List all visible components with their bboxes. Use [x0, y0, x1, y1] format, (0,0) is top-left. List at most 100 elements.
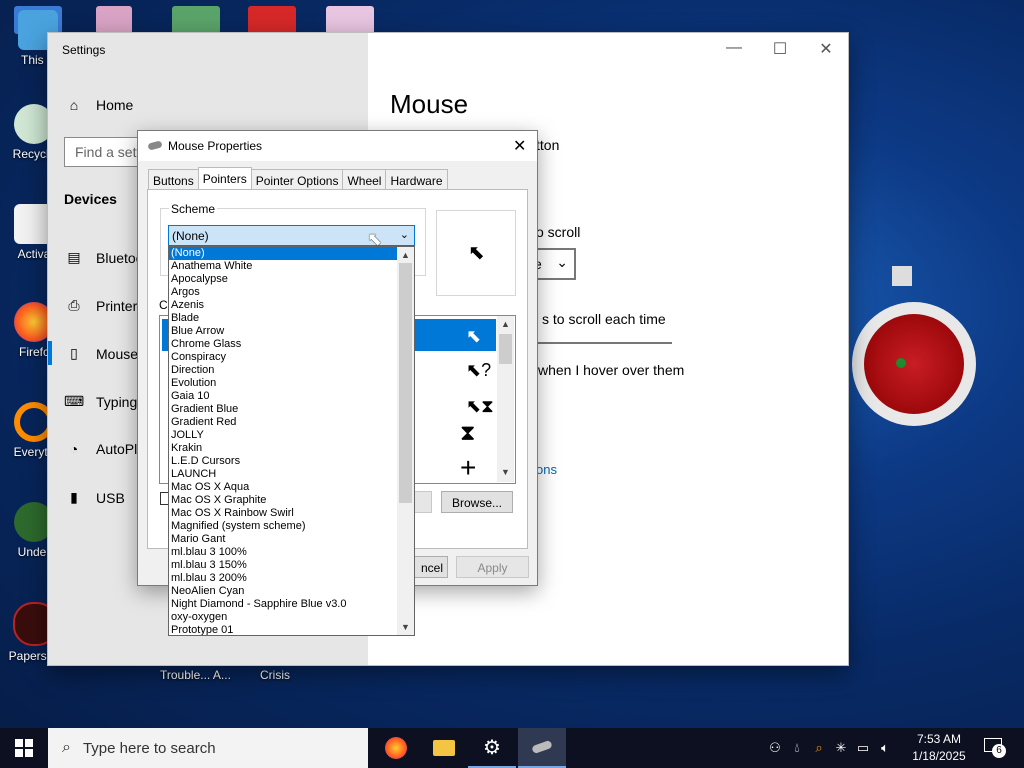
sidebar-active-indicator	[48, 341, 52, 365]
sidebar-item-usb[interactable]: ▮ USB	[64, 489, 125, 506]
wreath-clock-widget	[848, 262, 980, 452]
desktop-icon-label: Firefc	[19, 345, 49, 359]
network-icon[interactable]: ▭	[852, 740, 874, 756]
cursor-list-scrollbar[interactable]: ▲ ▼	[497, 316, 514, 482]
scheme-option[interactable]: Magnified (system scheme)	[169, 520, 399, 533]
notification-center-button[interactable]: 6	[982, 736, 1006, 760]
snowflake-icon[interactable]: ✳	[830, 740, 852, 756]
scheme-option[interactable]: LAUNCH	[169, 468, 399, 481]
desktop-thumb-4[interactable]	[248, 6, 296, 34]
mouse-icon: ▯	[70, 345, 78, 361]
scheme-combobox-value: (None)	[172, 229, 209, 243]
tab-buttons[interactable]: Buttons	[148, 169, 199, 191]
scheme-option[interactable]: oxy-oxygen	[169, 611, 399, 624]
taskbar-mouse-properties[interactable]	[518, 728, 566, 768]
browse-button[interactable]: Browse...	[441, 491, 513, 513]
scheme-option[interactable]: Mac OS X Graphite	[169, 494, 399, 507]
tab-pointers[interactable]: Pointers	[197, 167, 252, 191]
apply-button[interactable]: Apply	[456, 556, 529, 578]
people-icon[interactable]: ⚇	[764, 740, 786, 756]
sidebar-home[interactable]: ⌂ Home	[64, 97, 134, 113]
scroll-up-arrow-icon[interactable]: ▲	[497, 316, 514, 332]
taskbar-file-explorer[interactable]	[420, 728, 468, 768]
scheme-option[interactable]: Mac OS X Aqua	[169, 481, 399, 494]
scheme-option[interactable]: JOLLY	[169, 429, 399, 442]
taskbar-firefox[interactable]	[372, 728, 420, 768]
chevron-down-icon: ⌄	[556, 254, 568, 270]
clock-time: 7:53 AM	[916, 732, 962, 746]
volume-muted-icon[interactable]: 🔈︎	[874, 740, 896, 756]
scheme-options: (None) Anathema White Apocalypse Argos Azeni…	[169, 247, 399, 635]
scroll-label: o scroll	[536, 224, 581, 240]
scheme-option[interactable]: ml.blau 3 100%	[169, 546, 399, 559]
usb-icon: ▮	[70, 489, 78, 505]
maximize-button[interactable]: ☐	[760, 39, 800, 59]
house-icon	[892, 266, 912, 286]
bluetooth-devices-icon: ▤	[67, 249, 81, 265]
scheme-option[interactable]: L.E.D Cursors	[169, 455, 399, 468]
scheme-option[interactable]: Gradient Red	[169, 416, 399, 429]
scheme-option[interactable]: Mac OS X Rainbow Swirl	[169, 507, 399, 520]
clock-center-icon	[896, 358, 906, 368]
start-button[interactable]	[0, 728, 48, 768]
sidebar-item-mouse[interactable]: ▯ Mouse	[64, 345, 138, 362]
dialog-titlebar: Mouse Properties ✕	[138, 131, 537, 161]
busy-hourglass-icon: ⧗	[460, 420, 476, 445]
scheme-option[interactable]: Gaia 10	[169, 390, 399, 403]
scheme-option[interactable]: Anathema White	[169, 260, 399, 273]
mouse-pointer-icon: ⬉	[367, 229, 383, 249]
tab-pointer-options[interactable]: Pointer Options	[250, 169, 344, 191]
scheme-option[interactable]: Apocalypse	[169, 273, 399, 286]
scheme-label: Scheme	[169, 202, 218, 216]
scheme-option[interactable]: Blue Arrow	[169, 325, 399, 338]
scheme-option[interactable]: Argos	[169, 286, 399, 299]
dialog-close-button[interactable]: ✕	[513, 136, 526, 156]
scroll-down-arrow-icon[interactable]: ▼	[497, 464, 514, 480]
close-button[interactable]: ✕	[806, 39, 846, 59]
minimize-button[interactable]: —	[714, 39, 754, 57]
folder-icon	[433, 740, 455, 756]
scheme-option[interactable]: Direction	[169, 364, 399, 377]
desktop-label-crisis: Crisis	[260, 668, 290, 682]
scheme-option[interactable]: Blade	[169, 312, 399, 325]
precision-crosshair-icon: +	[460, 452, 477, 483]
scheme-option[interactable]: ml.blau 3 200%	[169, 572, 399, 585]
scheme-option[interactable]: Chrome Glass	[169, 338, 399, 351]
scheme-option[interactable]: Mario Gant	[169, 533, 399, 546]
clock[interactable]: 7:53 AM 1/18/2025	[906, 731, 972, 765]
scheme-option[interactable]: Krakin	[169, 442, 399, 455]
system-tray: ⚇ 💧︎ ⌕ ✳ ▭ 🔈︎	[764, 728, 896, 768]
desktop-thumb-3[interactable]	[172, 6, 220, 34]
scheme-dropdown-list[interactable]: (None) Anathema White Apocalypse Argos Azeni…	[168, 246, 415, 636]
desktop-icon-label: Under	[17, 545, 51, 559]
scheme-option[interactable]: Gradient Blue	[169, 403, 399, 416]
scheme-option[interactable]: Conspiracy	[169, 351, 399, 364]
scheme-option[interactable]: ml.blau 3 150%	[169, 559, 399, 572]
lines-to-scroll-label: s to scroll each time	[542, 311, 666, 327]
taskbar-settings[interactable]: ⚙	[468, 728, 516, 768]
sidebar-item-typing[interactable]: ⌨ Typing	[64, 393, 137, 410]
scheme-option[interactable]: Evolution	[169, 377, 399, 390]
scheme-option[interactable]: NeoAlien Cyan	[169, 585, 399, 598]
scroll-down-arrow-icon[interactable]: ▼	[397, 619, 414, 635]
scheme-option[interactable]: Night Diamond - Sapphire Blue v3.0	[169, 598, 399, 611]
drop-icon[interactable]: 💧︎	[786, 740, 808, 756]
additional-options-link[interactable]: ons	[536, 462, 557, 477]
scroll-thumb[interactable]	[399, 263, 412, 503]
search-tray-icon[interactable]: ⌕	[808, 740, 830, 756]
taskbar-search-input[interactable]: ⌕ Type here to search	[48, 728, 368, 768]
desktop-thumb-2[interactable]	[96, 6, 132, 34]
search-icon: ⌕	[62, 739, 71, 756]
desktop-thumb-5[interactable]	[326, 6, 374, 34]
scheme-option[interactable]: Azenis	[169, 299, 399, 312]
taskbar: ⌕ Type here to search ⚙ ⚇ 💧︎ ⌕ ✳ ▭ 🔈︎ 7:…	[0, 728, 1024, 768]
scheme-option[interactable]: (None)	[169, 247, 399, 260]
tab-hardware[interactable]: Hardware	[385, 169, 448, 191]
tab-wheel[interactable]: Wheel	[342, 169, 387, 191]
dropdown-scrollbar[interactable]: ▲ ▼	[397, 247, 414, 635]
scheme-option[interactable]: Prototype 01	[169, 624, 399, 635]
scroll-up-arrow-icon[interactable]: ▲	[397, 247, 414, 263]
search-placeholder: Type here to search	[82, 739, 216, 757]
scroll-thumb[interactable]	[499, 334, 512, 364]
slider-track[interactable]	[536, 342, 672, 344]
